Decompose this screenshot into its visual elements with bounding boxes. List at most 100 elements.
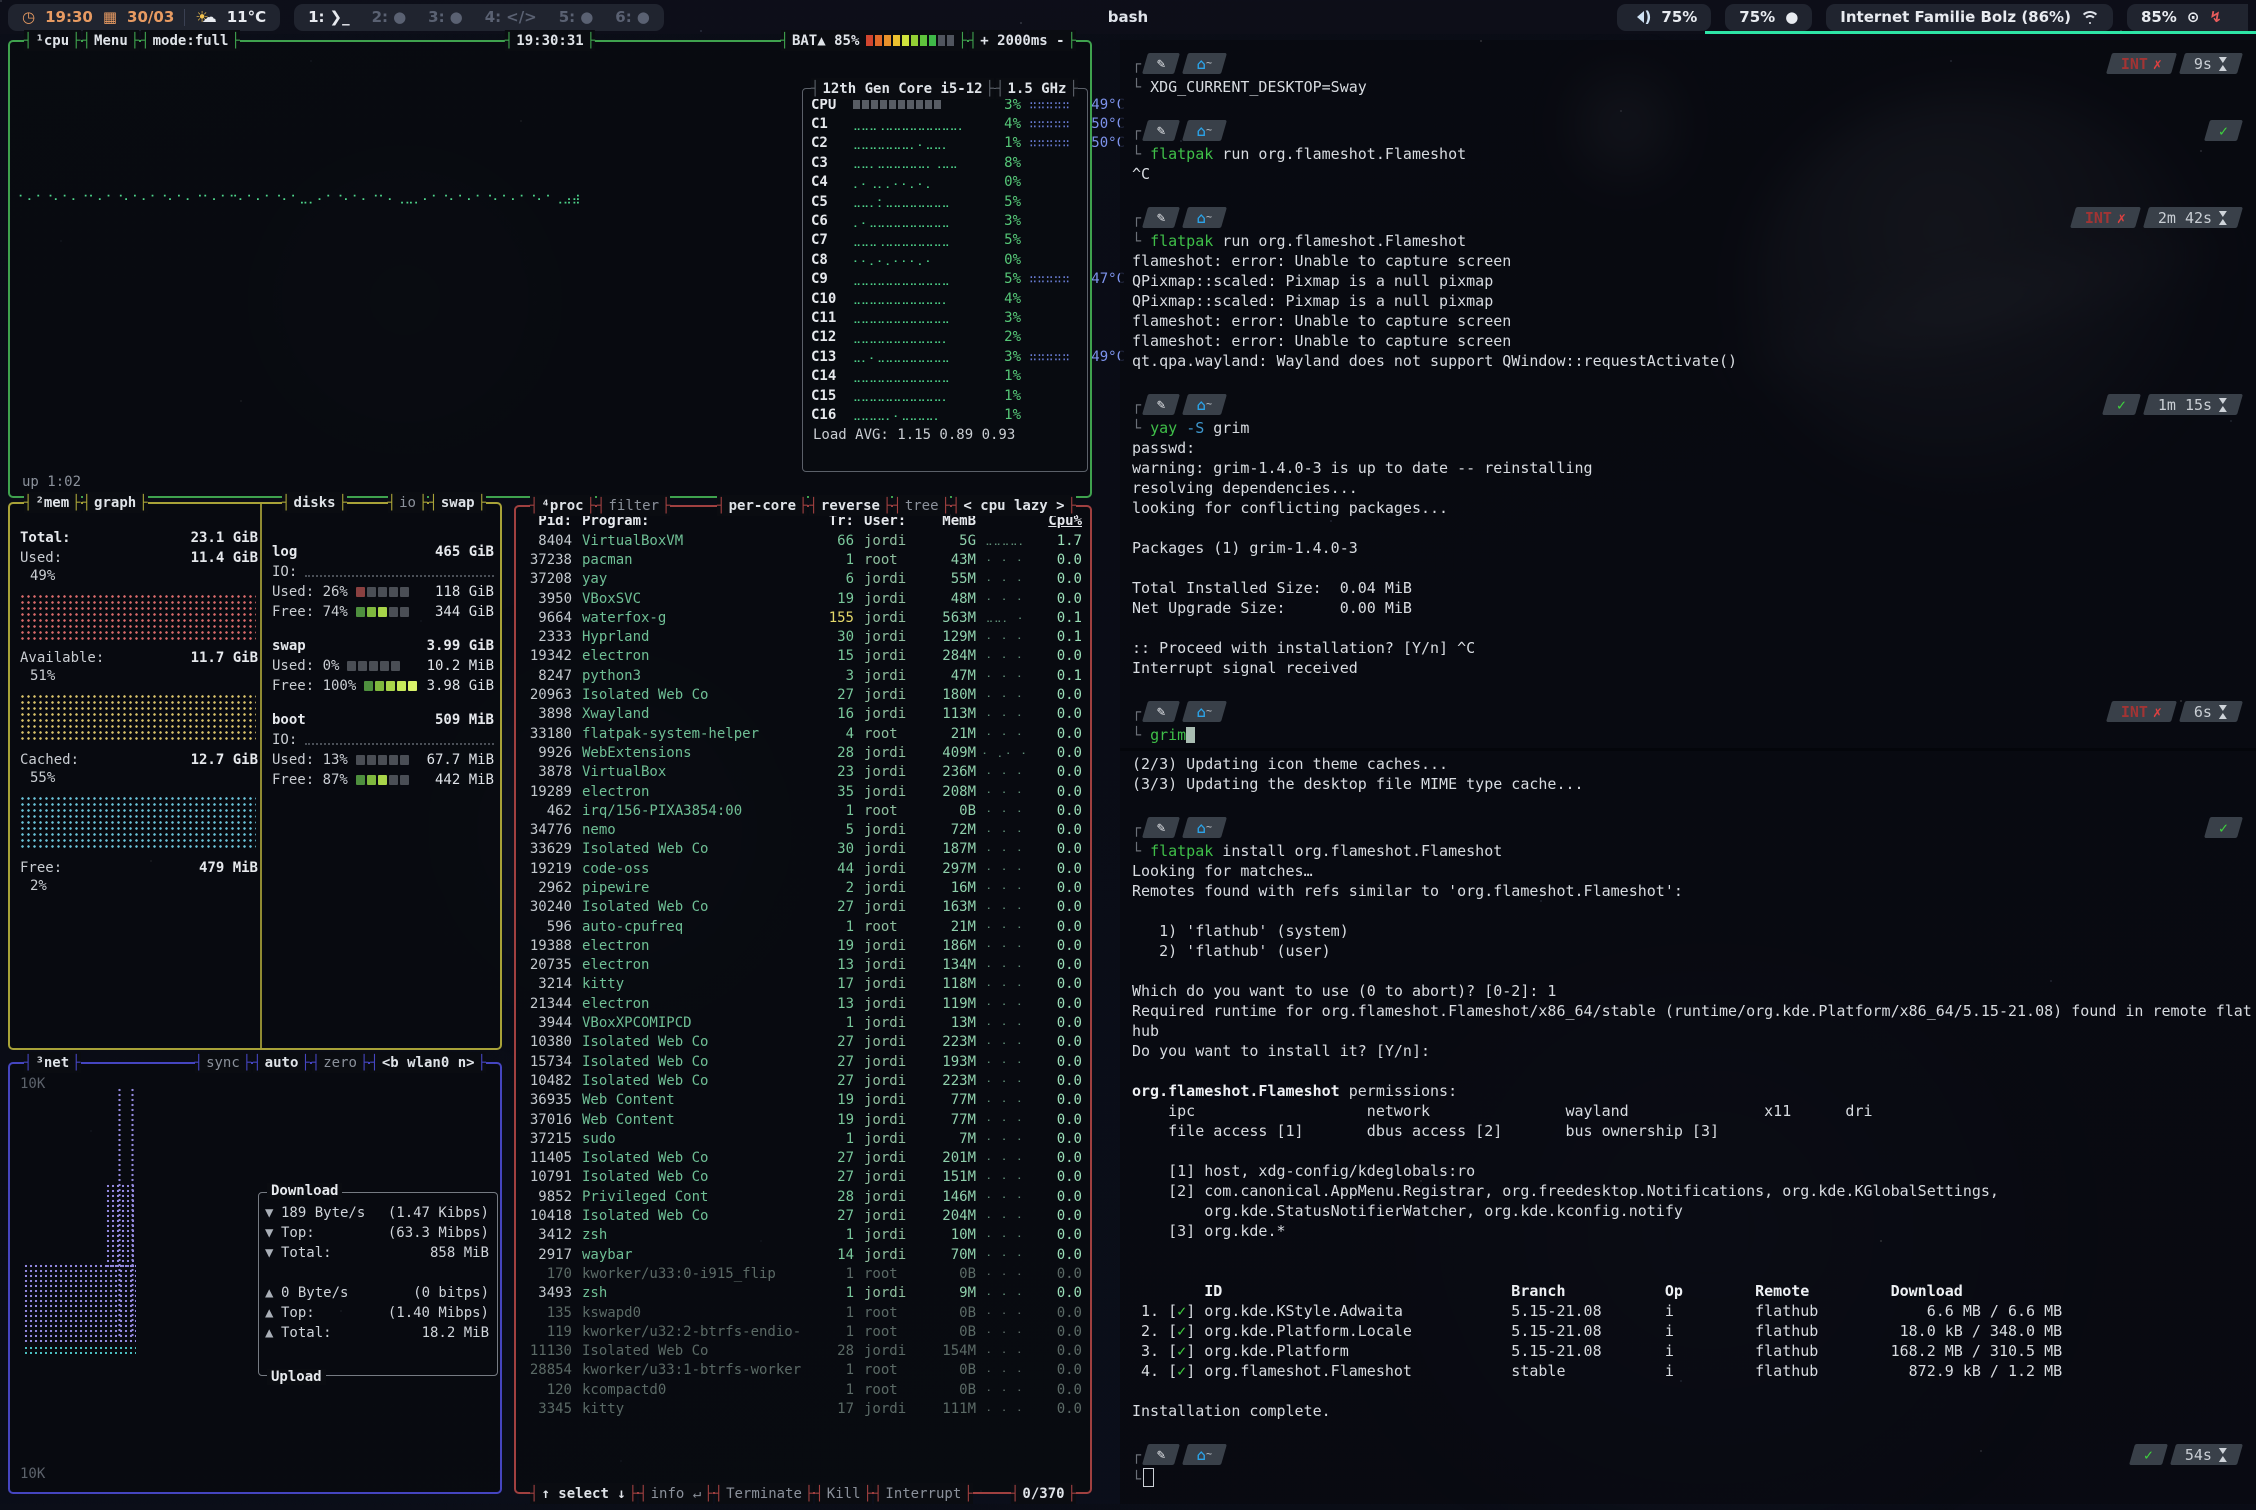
process-row-11130[interactable]: 11130Isolated Web Co28jordi154M⠄ ⠄ ⠄0.0 xyxy=(524,1341,1082,1360)
process-row-9664[interactable]: 9664waterfox-g155jordi563M⣀⣀⡀ ⠄0.1 xyxy=(524,608,1082,627)
process-row-37238[interactable]: 37238pacman1root43M⠄ ⠄ ⠄0.0 xyxy=(524,550,1082,569)
process-row-3898[interactable]: 3898Xwayland16jordi113M⠄ ⠄ ⠄0.0 xyxy=(524,705,1082,724)
panel-tab-sync[interactable]: ┤sync├ xyxy=(195,1052,252,1073)
workspace-6[interactable]: 6:● xyxy=(615,8,650,26)
panel-tab--cpu[interactable]: ┤¹cpu├ xyxy=(24,30,81,51)
wifi-pill[interactable]: Internet Familie Bolz (86%) xyxy=(1826,4,2113,31)
process-row-8247[interactable]: 8247python33jordi47M⠄ ⠄ ⠄0.1 xyxy=(524,666,1082,685)
core-row-C1: C1⣀⣀⣀⢀⣀⣀⣀⣀⣀⣀⣀⣀⣀⡀4%∷∷∷∷∷50°C xyxy=(811,114,1079,133)
panel-tab-io[interactable]: ┤io├ xyxy=(388,492,428,513)
battery-pill[interactable]: 85% ⊙ ↯ xyxy=(2127,4,2248,31)
process-row-9926[interactable]: 9926WebExtensions28jordi409M⠄ ⡀⠄ ⠄0.0 xyxy=(524,743,1082,762)
panel-tab--cpu-lazy-[interactable]: ┤< cpu lazy >├ xyxy=(952,495,1076,516)
net-upload-graph xyxy=(24,1346,136,1356)
process-row-33629[interactable]: 33629Isolated Web Co30jordi187M⠄ ⠄ ⠄0.0 xyxy=(524,840,1082,859)
prompt-line: ┌✎⌂~INT✗6s xyxy=(1132,698,2256,725)
process-row-20963[interactable]: 20963Isolated Web Co27jordi180M⠄ ⠄ ⠄0.0 xyxy=(524,685,1082,704)
panel-tab--net[interactable]: ┤³net├ xyxy=(24,1052,81,1073)
process-row-11405[interactable]: 11405Isolated Web Co27jordi201M⠄ ⠄ ⠄0.0 xyxy=(524,1149,1082,1168)
workspace-1[interactable]: 1:❯_ xyxy=(308,8,350,26)
process-row-34776[interactable]: 34776nemo5jordi72M⠄ ⠄ ⠄0.0 xyxy=(524,820,1082,839)
terminal-line: [3] org.kde.* xyxy=(1132,1221,2256,1241)
process-row-462[interactable]: 462irq/156-PIXA3854:001root0B⠄ ⠄ ⠄0.0 xyxy=(524,801,1082,820)
process-row-10380[interactable]: 10380Isolated Web Co27jordi223M⠄ ⠄ ⠄0.0 xyxy=(524,1033,1082,1052)
panel-tab-swap[interactable]: ┤swap├ xyxy=(429,492,486,513)
process-row-3214[interactable]: 3214kitty17jordi118M⠄ ⠄ ⠄0.0 xyxy=(524,975,1082,994)
process-row-19219[interactable]: 19219code-oss44jordi297M⠄ ⠄ ⠄0.0 xyxy=(524,859,1082,878)
panel-tab-Kill[interactable]: ┤Kill├ xyxy=(815,1483,872,1504)
panel-tab--b-wlan0-n-[interactable]: ┤<b wlan0 n>├ xyxy=(370,1052,486,1073)
process-row-19342[interactable]: 19342electron15jordi284M⠄ ⠄ ⠄0.0 xyxy=(524,647,1082,666)
disks-divider xyxy=(260,504,262,1048)
process-row-10482[interactable]: 10482Isolated Web Co27jordi223M⠄ ⠄ ⠄0.0 xyxy=(524,1071,1082,1090)
panel-tab-per-core[interactable]: ┤per-core├ xyxy=(717,495,807,516)
btop-monitor[interactable]: ┤¹cpu├┤Menu├┤mode:full├ ┤19:30:31├ ┤BAT▲… xyxy=(8,40,1092,1496)
process-row-21344[interactable]: 21344electron13jordi119M⠄ ⠄ ⠄0.0 xyxy=(524,994,1082,1013)
workspace-4[interactable]: 4:</> xyxy=(485,8,537,26)
process-row-3950[interactable]: 3950VBoxSVC19jordi48M⠄ ⠄ ⠄0.0 xyxy=(524,589,1082,608)
panel-tab-filter[interactable]: ┤filter├ xyxy=(597,495,670,516)
clock-date-weather-pill[interactable]: ◷ 19:30 ▦ 30/03 ☀☁ 11°C xyxy=(8,4,280,31)
process-row-33180[interactable]: 33180flatpak-system-helper4root21M⠄ ⠄ ⠄0… xyxy=(524,724,1082,743)
volume-pill[interactable]: ) 75% xyxy=(1617,4,1712,31)
process-row-3493[interactable]: 3493zsh1jordi9M⠄ ⠄ ⠄0.0 xyxy=(524,1284,1082,1303)
process-row-170[interactable]: 170kworker/u33:0-i915_flip1root0B⠄ ⠄ ⠄0.… xyxy=(524,1264,1082,1283)
workspace-3[interactable]: 3:● xyxy=(428,8,463,26)
process-row-36935[interactable]: 36935Web Content19jordi77M⠄ ⠄ ⠄0.0 xyxy=(524,1091,1082,1110)
process-row-20735[interactable]: 20735electron13jordi134M⠄ ⠄ ⠄0.0 xyxy=(524,956,1082,975)
process-row-120[interactable]: 120kcompactd01root0B⠄ ⠄ ⠄0.0 xyxy=(524,1380,1082,1399)
process-row-2917[interactable]: 2917waybar14jordi70M⠄ ⠄ ⠄0.0 xyxy=(524,1245,1082,1264)
panel-tab--proc[interactable]: ┤⁴proc├ xyxy=(530,495,595,516)
panel-tab--mem[interactable]: ┤²mem├ xyxy=(24,492,81,513)
success-check-icon: ✓ xyxy=(2129,1444,2168,1465)
panel-tab--2000ms-[interactable]: ┤+ 2000ms -├ xyxy=(969,30,1076,51)
process-row-37208[interactable]: 37208yay6jordi55M⠄ ⠄ ⠄0.0 xyxy=(524,570,1082,589)
process-row-30240[interactable]: 30240Isolated Web Co27jordi163M⠄ ⠄ ⠄0.0 xyxy=(524,898,1082,917)
process-row-8404[interactable]: 8404VirtualBoxVM66jordi5G⣀⣀⣀⣀⡀1.7 xyxy=(524,531,1082,550)
process-row-10791[interactable]: 10791Isolated Web Co27jordi151M⠄ ⠄ ⠄0.0 xyxy=(524,1168,1082,1187)
disk-io-row: IO: xyxy=(272,730,494,750)
process-row-37215[interactable]: 37215sudo1jordi7M⠄ ⠄ ⠄0.0 xyxy=(524,1129,1082,1148)
panel-tab-Interrupt[interactable]: ┤Interrupt├ xyxy=(874,1483,973,1504)
panel-tab-reverse[interactable]: ┤reverse├ xyxy=(809,495,891,516)
night-value: 75% xyxy=(1739,8,1775,26)
panel-tab-Menu[interactable]: ┤Menu├ xyxy=(83,30,140,51)
process-row-596[interactable]: 596auto-cpufreq1root21M⠄ ⠄ ⠄0.0 xyxy=(524,917,1082,936)
process-row-37016[interactable]: 37016Web Content19jordi77M⠄ ⠄ ⠄0.0 xyxy=(524,1110,1082,1129)
process-row-28854[interactable]: 28854kworker/u33:1-btrfs-worker1root0B⠄ … xyxy=(524,1361,1082,1380)
panel-tab-mode-full[interactable]: ┤mode:full├ xyxy=(141,30,240,51)
process-row-15734[interactable]: 15734Isolated Web Co27jordi193M⠄ ⠄ ⠄0.0 xyxy=(524,1052,1082,1071)
process-row-19289[interactable]: 19289electron35jordi208M⠄ ⠄ ⠄0.0 xyxy=(524,782,1082,801)
panel-tab-disks[interactable]: ┤disks├ xyxy=(282,492,347,513)
process-row-3345[interactable]: 3345kitty17jordi111M⠄ ⠄ ⠄0.0 xyxy=(524,1399,1082,1418)
process-row-10418[interactable]: 10418Isolated Web Co27jordi204M⠄ ⠄ ⠄0.0 xyxy=(524,1206,1082,1225)
panel-tab-zero[interactable]: ┤zero├ xyxy=(312,1052,369,1073)
panel-tab--select-[interactable]: ┤↑ select ↓├ xyxy=(530,1483,637,1504)
panel-tab-tree[interactable]: ┤tree├ xyxy=(893,495,950,516)
process-row-135[interactable]: 135kswapd01root0B⠄ ⠄ ⠄0.0 xyxy=(524,1303,1082,1322)
disk-usage-row: Used: 13%67.7 MiB xyxy=(272,750,494,770)
process-row-19388[interactable]: 19388electron19jordi186M⠄ ⠄ ⠄0.0 xyxy=(524,936,1082,955)
process-row-3944[interactable]: 3944VBoxXPCOMIPCD1jordi13M⠄ ⠄ ⠄0.0 xyxy=(524,1013,1082,1032)
night-light-pill[interactable]: 75% ● xyxy=(1725,4,1812,31)
workspace-5[interactable]: 5:● xyxy=(559,8,594,26)
process-row-3412[interactable]: 3412zsh1jordi10M⠄ ⠄ ⠄0.0 xyxy=(524,1226,1082,1245)
edit-pencil-icon: ✎ xyxy=(1142,701,1180,722)
process-row-2962[interactable]: 2962pipewire2jordi16M⠄ ⠄ ⠄0.0 xyxy=(524,878,1082,897)
mem-pct: 2% xyxy=(20,878,258,898)
process-list[interactable]: 8404VirtualBoxVM66jordi5G⣀⣀⣀⣀⡀1.737238pa… xyxy=(516,531,1090,1419)
process-row-3878[interactable]: 3878VirtualBox23jordi236M⠄ ⠄ ⠄0.0 xyxy=(524,763,1082,782)
panel-tab-Terminate[interactable]: ┤Terminate├ xyxy=(715,1483,814,1504)
panel-tab-auto[interactable]: ┤auto├ xyxy=(253,1052,310,1073)
prompt-line: ┌✎⌂~✓ xyxy=(1132,814,2256,841)
panel-tab-info-[interactable]: ┤info ↵├ xyxy=(639,1483,712,1504)
process-row-9852[interactable]: 9852Privileged Cont28jordi146M⠄ ⠄ ⠄0.0 xyxy=(524,1187,1082,1206)
process-row-119[interactable]: 119kworker/u32:2-btrfs-endio-1root0B⠄ ⠄ … xyxy=(524,1322,1082,1341)
process-row-2333[interactable]: 2333Hyprland30jordi129M⠄ ⠄ ⠄0.1 xyxy=(524,627,1082,646)
kitty-terminal[interactable]: ┌✎⌂~INT✗9s└ XDG_CURRENT_DESKTOP=Sway┌✎⌂~… xyxy=(1120,40,2256,1504)
panel-tab-graph[interactable]: ┤graph├ xyxy=(83,492,148,513)
terminal-line: Do you want to install it? [Y/n]: xyxy=(1132,1041,2256,1061)
mem-pct: 51% xyxy=(20,668,258,688)
workspace-2[interactable]: 2:● xyxy=(372,8,407,26)
home-directory-icon: ⌂~ xyxy=(1182,1444,1227,1465)
